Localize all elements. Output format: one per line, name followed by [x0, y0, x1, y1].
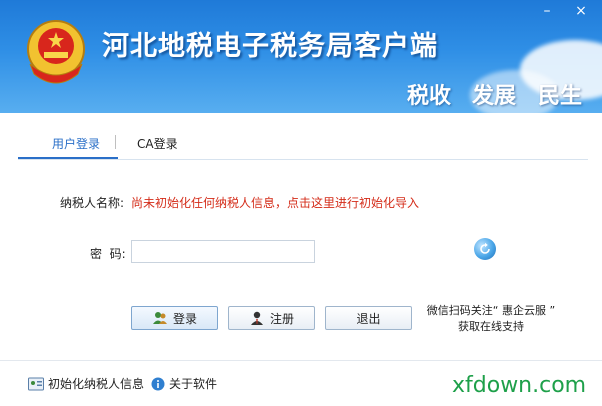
wechat-line-2: 获取在线支持	[458, 320, 524, 333]
slogan-2: 发展	[472, 84, 517, 109]
active-tab-indicator	[18, 157, 118, 159]
refresh-arrow-icon	[480, 242, 490, 254]
login-label: 登录	[172, 311, 197, 326]
footer-bar: 初始化纳税人信息 关于软件 xfdown.com	[0, 360, 602, 406]
taxpayer-name-label: 纳税人名称:	[60, 196, 125, 210]
wechat-support-note: 微信扫码关注“ 惠企云服 ” 获取在线支持	[418, 303, 564, 335]
id-card-icon	[28, 377, 44, 390]
tab-divider	[115, 135, 116, 149]
info-icon	[151, 377, 165, 390]
close-button[interactable]: ×	[570, 2, 592, 20]
init-taxpayer-info-label: 初始化纳税人信息	[48, 377, 145, 391]
register-label: 注册	[269, 311, 294, 326]
about-software-label: 关于软件	[169, 377, 218, 391]
init-taxpayer-link[interactable]: 尚未初始化任何纳税人信息，点击这里进行初始化导入	[131, 194, 419, 211]
wechat-line-1: 微信扫码关注“ 惠企云服 ”	[426, 304, 556, 317]
users-icon	[152, 312, 167, 324]
slogan-1: 税收	[407, 84, 452, 109]
tab-ca-login[interactable]: CA登录	[137, 135, 178, 152]
tax-emblem-icon	[27, 20, 85, 84]
password-input[interactable]	[131, 240, 315, 263]
refresh-icon[interactable]	[474, 238, 496, 260]
login-button[interactable]: 登录	[131, 306, 218, 330]
user-icon	[250, 311, 263, 325]
exit-label: 退出	[356, 311, 381, 326]
app-title: 河北地税电子税务局客户端	[102, 31, 438, 62]
exit-button[interactable]: 退出	[325, 306, 412, 330]
app-header: 河北地税电子税务局客户端 税收 发展 民生 – ×	[0, 0, 602, 113]
tab-user-login[interactable]: 用户登录	[52, 135, 100, 152]
password-label: 密 码:	[90, 247, 126, 261]
login-tabs: 用户登录 CA登录	[18, 132, 588, 160]
site-watermark: xfdown.com	[452, 373, 587, 398]
slogan-3: 民生	[538, 84, 583, 109]
minimize-button[interactable]: –	[536, 2, 558, 20]
init-taxpayer-info-link[interactable]: 初始化纳税人信息	[28, 375, 144, 392]
about-software-link[interactable]: 关于软件	[151, 375, 217, 392]
register-button[interactable]: 注册	[228, 306, 315, 330]
